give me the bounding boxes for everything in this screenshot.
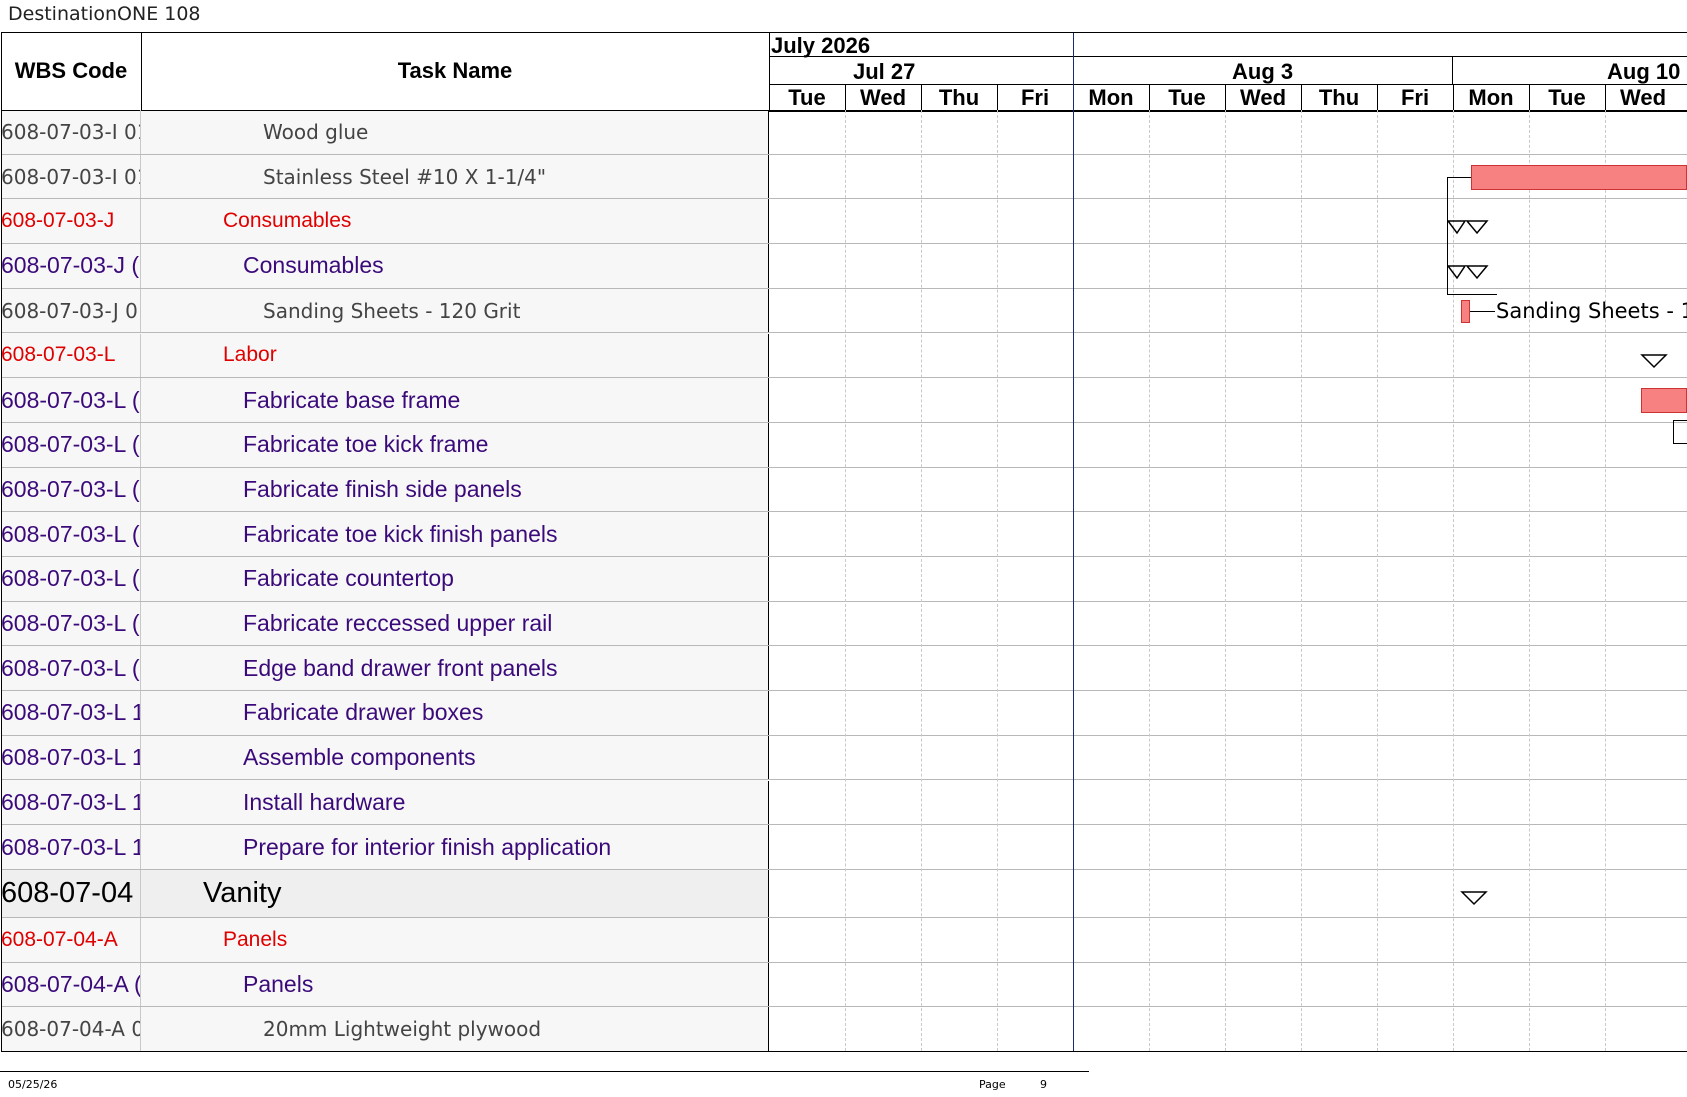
schedule-frame <box>1 32 1687 1051</box>
footer-rule <box>0 1071 1089 1072</box>
footer-page-number: 9 <box>1040 1078 1047 1091</box>
footer-page-label: Page <box>979 1078 1006 1091</box>
footer-date: 05/25/26 <box>8 1078 58 1091</box>
schedule-bottom-border <box>1 1051 1687 1052</box>
